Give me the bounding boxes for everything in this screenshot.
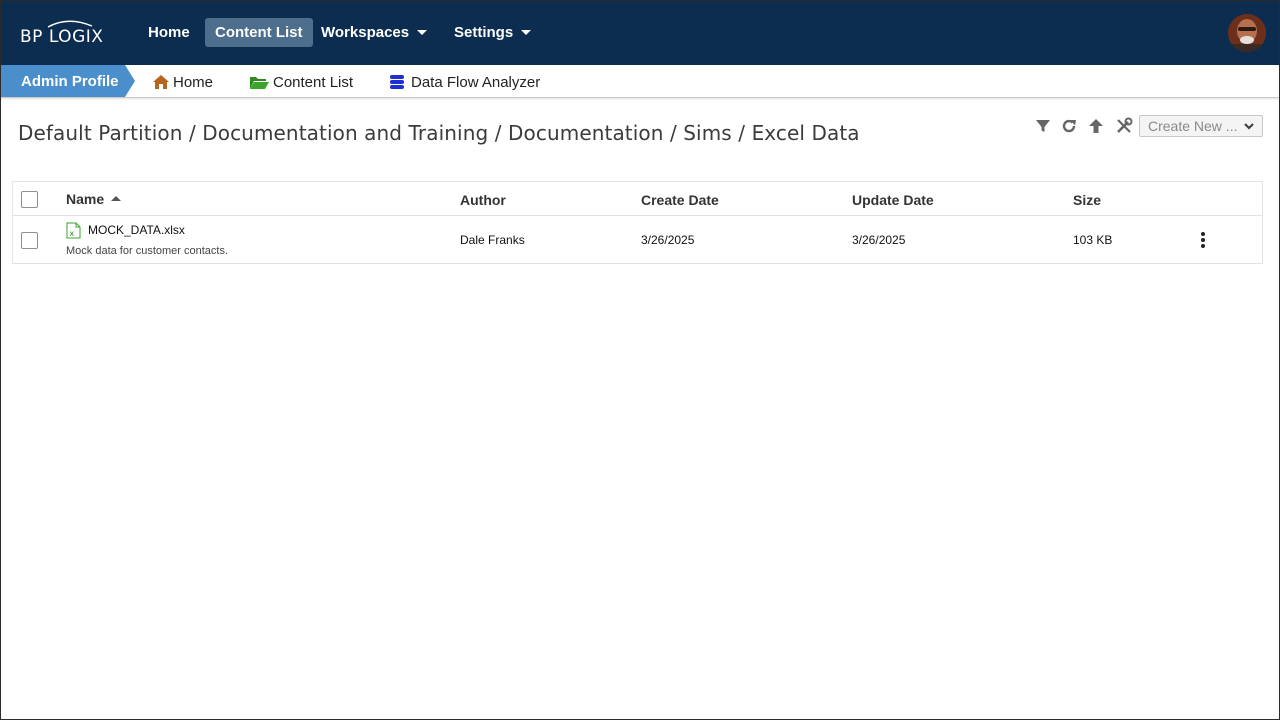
folder-open-icon — [250, 77, 269, 89]
cell-create-date: 3/26/2025 — [641, 233, 695, 247]
nav-home-label: Home — [148, 24, 190, 41]
row-actions-menu-icon[interactable] — [1199, 232, 1207, 248]
create-new-dropdown[interactable]: Create New ... — [1139, 115, 1263, 137]
bp-logix-logo[interactable]: BP LOGIX — [18, 18, 108, 48]
column-header-update-date[interactable]: Update Date — [852, 192, 934, 208]
shortcut-content-list[interactable]: Content List — [249, 72, 353, 92]
logo-text: BP LOGIX — [20, 27, 104, 47]
filter-icon[interactable] — [1034, 117, 1052, 135]
column-header-create-date[interactable]: Create Date — [641, 192, 719, 208]
nav-settings-dropdown[interactable]: Settings — [444, 18, 541, 47]
table-header: Name Author Create Date Update Date Size — [13, 182, 1262, 216]
home-icon — [153, 75, 169, 89]
cell-author: Dale Franks — [460, 233, 525, 247]
shortcut-home-label: Home — [173, 73, 214, 91]
nav-content-list-label: Content List — [215, 24, 303, 41]
user-avatar[interactable] — [1228, 14, 1266, 52]
shortcut-home[interactable]: Home — [152, 72, 213, 92]
window-frame — [0, 0, 1280, 720]
caret-down-icon — [417, 29, 428, 35]
folder-breadcrumb: Default Partition / Documentation and Tr… — [18, 121, 860, 145]
excel-file-icon: x — [66, 222, 81, 239]
up-arrow-icon[interactable] — [1087, 117, 1105, 135]
row-checkbox[interactable] — [21, 232, 38, 249]
admin-profile-tab[interactable]: Admin Profile — [0, 65, 135, 97]
column-header-name-label: Name — [66, 191, 105, 207]
cell-update-date: 3/26/2025 — [852, 233, 906, 247]
shortcut-data-flow-analyzer-label: Data Flow Analyzer — [411, 73, 541, 91]
column-header-size[interactable]: Size — [1073, 192, 1101, 208]
database-icon — [390, 75, 404, 89]
caret-down-icon — [521, 29, 532, 35]
user-photo-icon — [1228, 14, 1266, 52]
chevron-down-icon — [1244, 123, 1254, 130]
shortcut-bar: Admin Profile Home Content List Data Flo… — [0, 65, 1280, 98]
shortcut-data-flow-analyzer[interactable]: Data Flow Analyzer — [389, 72, 540, 92]
top-navigation-bar: BP LOGIX Home Content List Workspaces Se… — [0, 0, 1280, 65]
nav-home[interactable]: Home — [138, 18, 200, 47]
cell-size: 103 KB — [1073, 233, 1113, 247]
select-all-checkbox[interactable] — [21, 191, 38, 208]
tools-icon[interactable] — [1115, 117, 1133, 135]
column-header-author[interactable]: Author — [460, 192, 506, 208]
nav-workspaces-label: Workspaces — [321, 24, 410, 41]
nav-settings-label: Settings — [454, 24, 514, 41]
file-description: Mock data for customer contacts. — [66, 245, 229, 257]
refresh-icon[interactable] — [1060, 117, 1078, 135]
svg-text:x: x — [70, 229, 75, 238]
table-row: x MOCK_DATA.xlsx Mock data for customer … — [13, 216, 1262, 264]
shortcut-content-list-label: Content List — [273, 73, 354, 91]
create-new-label: Create New ... — [1148, 118, 1238, 134]
column-header-name[interactable]: Name — [66, 191, 122, 207]
file-name-link[interactable]: MOCK_DATA.xlsx — [88, 223, 185, 237]
sort-ascending-icon — [111, 195, 122, 201]
admin-profile-label: Admin Profile — [21, 73, 119, 90]
nav-workspaces-dropdown[interactable]: Workspaces — [311, 18, 437, 47]
content-table: Name Author Create Date Update Date Size… — [12, 181, 1263, 264]
nav-content-list[interactable]: Content List — [205, 18, 313, 47]
